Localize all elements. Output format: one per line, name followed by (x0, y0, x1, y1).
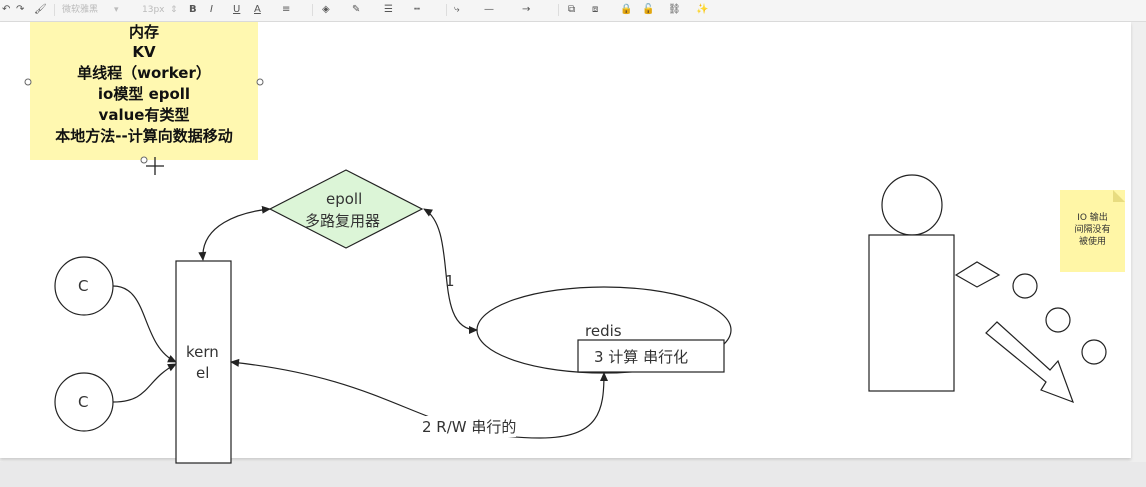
output-circle[interactable] (1045, 307, 1071, 333)
kernel-box[interactable] (175, 260, 232, 464)
connector-epoll-redis[interactable] (423, 208, 478, 334)
epoll-diamond[interactable] (268, 169, 424, 249)
small-diamond[interactable] (954, 261, 1001, 288)
person-body[interactable] (868, 234, 955, 392)
compute-label: 3 计算 串行化 (594, 348, 689, 366)
client-label: C (78, 277, 89, 295)
diagram-svg (24, 78, 1125, 464)
redis-label: redis (585, 322, 622, 340)
big-arrow-shape[interactable] (985, 321, 1075, 404)
person-head[interactable] (881, 174, 943, 236)
connector-kernel-redis[interactable] (230, 358, 608, 439)
edge-label: 2 R/W 串行的 (422, 416, 517, 437)
output-circle[interactable] (1012, 273, 1038, 299)
connector-client-kernel[interactable] (112, 363, 177, 403)
note-fold (1113, 190, 1125, 202)
resize-handle[interactable] (256, 78, 264, 86)
connector-client-kernel[interactable] (112, 285, 177, 363)
epoll-label: epoll (326, 190, 363, 208)
resize-handle[interactable] (140, 156, 148, 164)
edge-label: 1 (445, 272, 455, 290)
connector-kernel-epoll[interactable] (198, 205, 271, 261)
output-circle[interactable] (1081, 339, 1107, 365)
kernel-label: el (196, 364, 210, 382)
crosshair-cursor-icon (146, 157, 164, 175)
resize-handle[interactable] (24, 78, 32, 86)
epoll-label: 多路复用器 (305, 212, 381, 230)
client-label: C (78, 393, 89, 411)
kernel-label: kern (186, 343, 219, 361)
